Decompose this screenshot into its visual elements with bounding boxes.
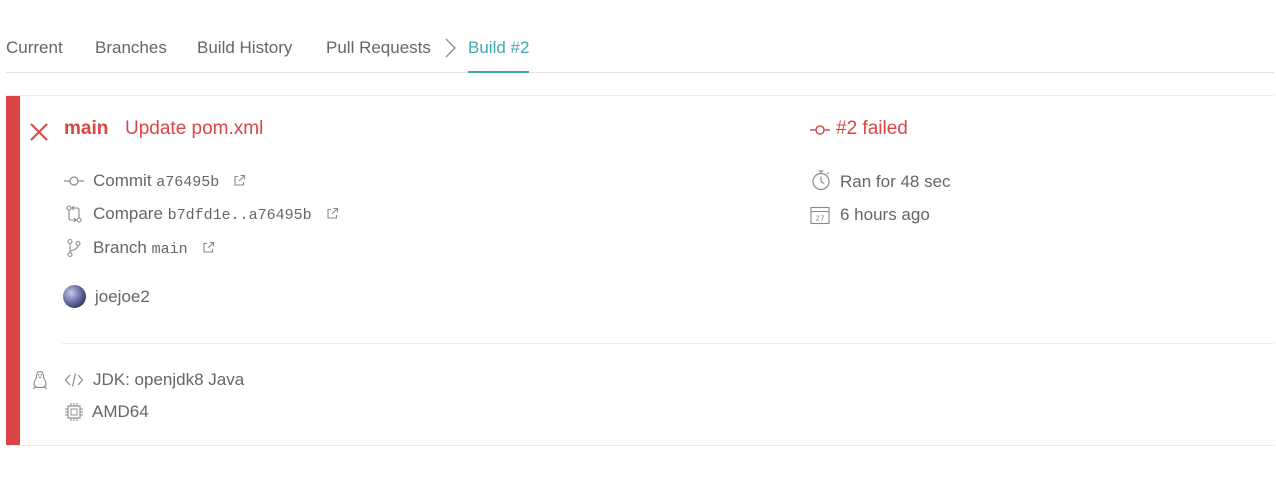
calendar-day: 27 (816, 215, 825, 223)
build-status-label: #2 failed (836, 118, 908, 139)
branch-label: Branch (93, 238, 147, 257)
code-icon (64, 373, 84, 387)
commit-sha: a76495b (156, 174, 220, 191)
failed-status-stripe (6, 96, 20, 445)
commit-label: Commit (93, 171, 152, 190)
arch-text: AMD64 (92, 402, 149, 421)
finished-time: 6 hours ago (840, 205, 930, 224)
compare-link[interactable]: Compare b7dfd1e..a76495b (93, 203, 339, 227)
tab-current[interactable]: Current (6, 37, 63, 59)
stopwatch-icon (812, 170, 830, 191)
commit-icon (64, 176, 84, 186)
calendar-icon: 27 (810, 206, 830, 225)
commit-link[interactable]: Commit a76495b (93, 170, 246, 194)
build-summary-card: main Update pom.xml Commit a76495b Compa… (6, 95, 1274, 446)
avatar[interactable] (63, 285, 86, 308)
tab-branches[interactable]: Branches (95, 37, 167, 59)
chevron-right-icon (445, 38, 456, 58)
section-divider (62, 343, 1274, 344)
duration-text: Ran for 48 sec (840, 172, 951, 191)
linux-tux-icon (32, 370, 48, 390)
jdk-text: JDK: openjdk8 Java (93, 370, 245, 389)
branch-name-link[interactable]: main (64, 118, 108, 140)
cpu-icon (65, 403, 83, 421)
commit-icon (810, 125, 830, 135)
compare-label: Compare (93, 204, 163, 223)
external-link-icon[interactable] (233, 174, 246, 187)
author-name[interactable]: joejoe2 (95, 286, 150, 308)
external-link-icon[interactable] (202, 241, 215, 254)
branch-link[interactable]: Branch main (93, 237, 215, 261)
branch-icon (67, 238, 81, 258)
compare-range: b7dfd1e..a76495b (167, 207, 312, 224)
external-link-icon[interactable] (326, 207, 339, 220)
close-icon (30, 123, 48, 141)
compare-icon (66, 205, 82, 223)
build-tabs: Current Branches Build History Pull Requ… (6, 0, 1274, 73)
tab-pull-requests[interactable]: Pull Requests (326, 37, 431, 59)
tab-build-history[interactable]: Build History (197, 37, 292, 59)
tab-build-2[interactable]: Build #2 (468, 37, 530, 73)
branch-value: main (151, 241, 188, 258)
commit-message: Update pom.xml (125, 118, 264, 139)
